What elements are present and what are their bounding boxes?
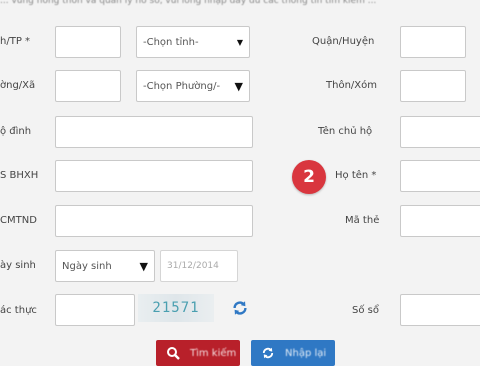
household-head-label: Tên chủ hộ bbox=[318, 126, 373, 137]
birth-type-select[interactable]: Ngày sinh ▼ bbox=[55, 250, 155, 282]
refresh-icon bbox=[262, 347, 274, 359]
search-icon bbox=[167, 347, 180, 360]
province-select-value: -Chọn tỉnh- bbox=[143, 36, 199, 48]
province-label: h/TP * bbox=[0, 36, 31, 47]
ward-code-input[interactable] bbox=[55, 70, 121, 102]
chevron-down-icon: ▼ bbox=[139, 259, 148, 273]
chevron-down-icon: ▼ bbox=[234, 79, 243, 93]
fullname-input[interactable] bbox=[400, 160, 480, 192]
household-label: ộ đình bbox=[0, 126, 32, 137]
cardno-label: Mã thẻ bbox=[345, 215, 380, 226]
reset-button-label: Nhập lại bbox=[285, 347, 327, 359]
chevron-down-icon: ▼ bbox=[236, 37, 243, 47]
district-label: Quận/Huyện bbox=[312, 36, 375, 47]
ward-label: ờng/Xã bbox=[0, 80, 36, 91]
book-label: Số sổ bbox=[352, 305, 379, 316]
reset-button[interactable]: Nhập lại bbox=[251, 340, 335, 366]
fullname-label: Họ tên * bbox=[335, 170, 377, 181]
search-button-label: Tìm kiếm bbox=[190, 347, 237, 359]
household-input[interactable] bbox=[55, 116, 253, 148]
idcard-label: CMTND bbox=[0, 215, 37, 226]
captcha-image: 21571 bbox=[138, 294, 214, 322]
captcha-label: ác thực bbox=[0, 305, 37, 316]
book-input[interactable] bbox=[400, 294, 480, 326]
household-head-input[interactable] bbox=[400, 116, 480, 148]
birth-type-value: Ngày sinh bbox=[62, 260, 112, 272]
birth-label: ày sinh bbox=[0, 260, 36, 271]
province-code-input[interactable] bbox=[55, 26, 121, 58]
cardno-input[interactable] bbox=[400, 205, 480, 237]
captcha-refresh-icon[interactable] bbox=[229, 297, 251, 319]
ward-select-value: -Chọn Phường/- bbox=[143, 80, 221, 92]
social-insurance-label: S BHXH bbox=[0, 170, 39, 181]
search-button[interactable]: Tìm kiếm bbox=[156, 340, 240, 366]
ward-select[interactable]: -Chọn Phường/- ▼ bbox=[136, 70, 250, 102]
district-code-input[interactable] bbox=[400, 26, 466, 58]
form-instruction: ... vùng nông thôn và quản lý hồ sơ, vui… bbox=[0, 0, 377, 6]
social-insurance-input[interactable] bbox=[55, 160, 253, 192]
hamlet-label: Thôn/Xóm bbox=[326, 80, 377, 91]
captcha-input[interactable] bbox=[55, 294, 135, 326]
province-select[interactable]: -Chọn tỉnh- ▼ bbox=[136, 26, 250, 58]
birth-date-input[interactable]: 31/12/2014 bbox=[160, 250, 238, 282]
step-badge: 2 bbox=[292, 160, 326, 194]
hamlet-code-input[interactable] bbox=[400, 70, 466, 102]
idcard-input[interactable] bbox=[55, 205, 253, 237]
